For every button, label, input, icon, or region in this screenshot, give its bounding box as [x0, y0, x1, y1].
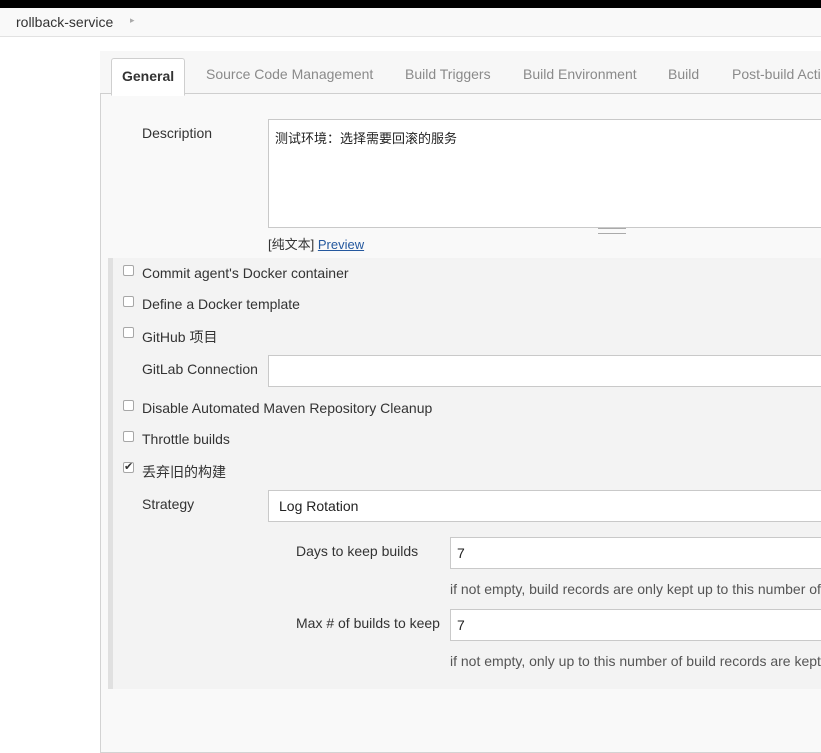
strategy-label: Strategy: [142, 496, 195, 512]
commit-docker-label: Commit agent's Docker container: [142, 265, 349, 281]
maven-cleanup-checkbox[interactable]: [123, 400, 134, 411]
tab-build[interactable]: Build: [668, 66, 699, 82]
days-to-keep-hint: if not empty, build records are only kep…: [450, 581, 821, 597]
commit-docker-checkbox[interactable]: [123, 265, 134, 276]
docker-template-label: Define a Docker template: [142, 296, 300, 312]
markup-format-label: [纯文本]: [268, 237, 315, 252]
chevron-right-icon[interactable]: ▸: [130, 15, 135, 26]
days-to-keep-input[interactable]: 7: [450, 537, 821, 569]
gitlab-connection-field[interactable]: [268, 355, 821, 387]
max-builds-hint: if not empty, only up to this number of …: [450, 653, 821, 669]
days-to-keep-label: Days to keep builds: [296, 543, 419, 559]
breadcrumb-item-job[interactable]: rollback-service: [16, 14, 113, 30]
section-divider: [108, 258, 113, 689]
strategy-select[interactable]: Log Rotation: [268, 490, 821, 522]
tab-post-build-actions[interactable]: Post-build Acti: [732, 66, 821, 82]
github-project-checkbox[interactable]: [123, 327, 134, 338]
tab-general[interactable]: General: [111, 58, 185, 96]
markup-note: [纯文本] Preview: [268, 234, 364, 253]
top-bar: [0, 0, 821, 8]
throttle-builds-label: Throttle builds: [142, 431, 230, 447]
tab-build-environment[interactable]: Build Environment: [523, 66, 637, 82]
breadcrumb: rollback-service ▸: [0, 8, 821, 37]
docker-template-checkbox[interactable]: [123, 296, 134, 307]
description-textarea[interactable]: 测试环境：选择需要回滚的服务: [268, 119, 821, 228]
max-builds-input[interactable]: 7: [450, 609, 821, 641]
gitlab-connection-label: GitLab Connection: [142, 361, 258, 377]
tab-label: General: [122, 68, 175, 84]
preview-link[interactable]: Preview: [318, 237, 364, 252]
tab-build-triggers[interactable]: Build Triggers: [405, 66, 491, 82]
discard-old-builds-checkbox[interactable]: [123, 460, 134, 473]
throttle-builds-checkbox[interactable]: [123, 431, 134, 442]
tab-source-code-management[interactable]: Source Code Management: [206, 66, 373, 82]
discard-old-builds-label: 丢弃旧的构建: [142, 464, 226, 480]
max-builds-label: Max # of builds to keep: [296, 615, 440, 631]
github-project-label: GitHub 项目: [142, 329, 218, 345]
resize-handle[interactable]: [598, 228, 626, 234]
maven-cleanup-label: Disable Automated Maven Repository Clean…: [142, 400, 433, 416]
description-label: Description: [142, 125, 213, 141]
